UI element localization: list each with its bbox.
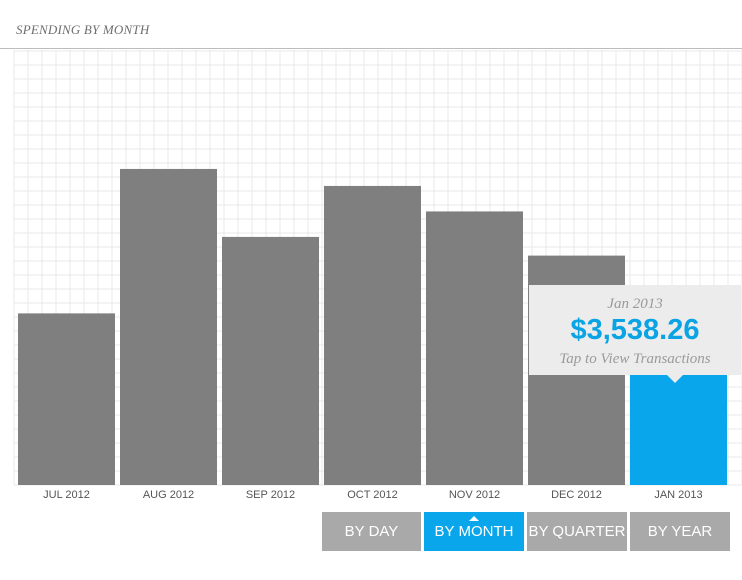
x-tick-label: OCT 2012	[347, 489, 398, 501]
spending-bar-chart: JUL 2012 AUG 2012 SEP 2012 OCT 2012 NOV 2012…	[13, 50, 742, 501]
x-tick-label: NOV 2012	[449, 489, 500, 501]
view-transactions-link[interactable]: Tap to View Transactions	[529, 351, 741, 368]
tooltip-amount: $3,538.26	[570, 314, 700, 346]
period-selector: BY DAY BY MONTH BY QUARTER BY YEAR	[322, 512, 730, 551]
x-tick-label: AUG 2012	[143, 489, 194, 501]
bar-aug-2012[interactable]	[120, 168, 217, 485]
by-year-button[interactable]: BY YEAR	[630, 512, 730, 551]
by-month-button[interactable]: BY MONTH	[424, 512, 524, 551]
x-tick-label: SEP 2012	[246, 489, 295, 501]
chart-x-labels: JUL 2012 AUG 2012 SEP 2012 OCT 2012 NOV 2012…	[43, 489, 703, 501]
tooltip-period: Jan 2013	[607, 296, 663, 312]
x-tick-label: DEC 2012	[551, 489, 602, 501]
by-quarter-button[interactable]: BY QUARTER	[527, 512, 627, 551]
chart-header: SPENDING BY MONTH	[0, 0, 742, 49]
bar-sep-2012[interactable]	[222, 236, 319, 485]
x-tick-label: JAN 2013	[654, 489, 702, 501]
page-title: SPENDING BY MONTH	[16, 22, 150, 37]
bar-jul-2012[interactable]	[18, 313, 115, 485]
selected-month-tooltip[interactable]: Jan 2013 $3,538.26 Tap to View Transacti…	[529, 285, 741, 383]
bar-nov-2012[interactable]	[426, 211, 523, 485]
x-tick-label: JUL 2012	[43, 489, 90, 501]
by-day-button[interactable]: BY DAY	[322, 512, 421, 551]
bar-oct-2012[interactable]	[324, 185, 421, 485]
